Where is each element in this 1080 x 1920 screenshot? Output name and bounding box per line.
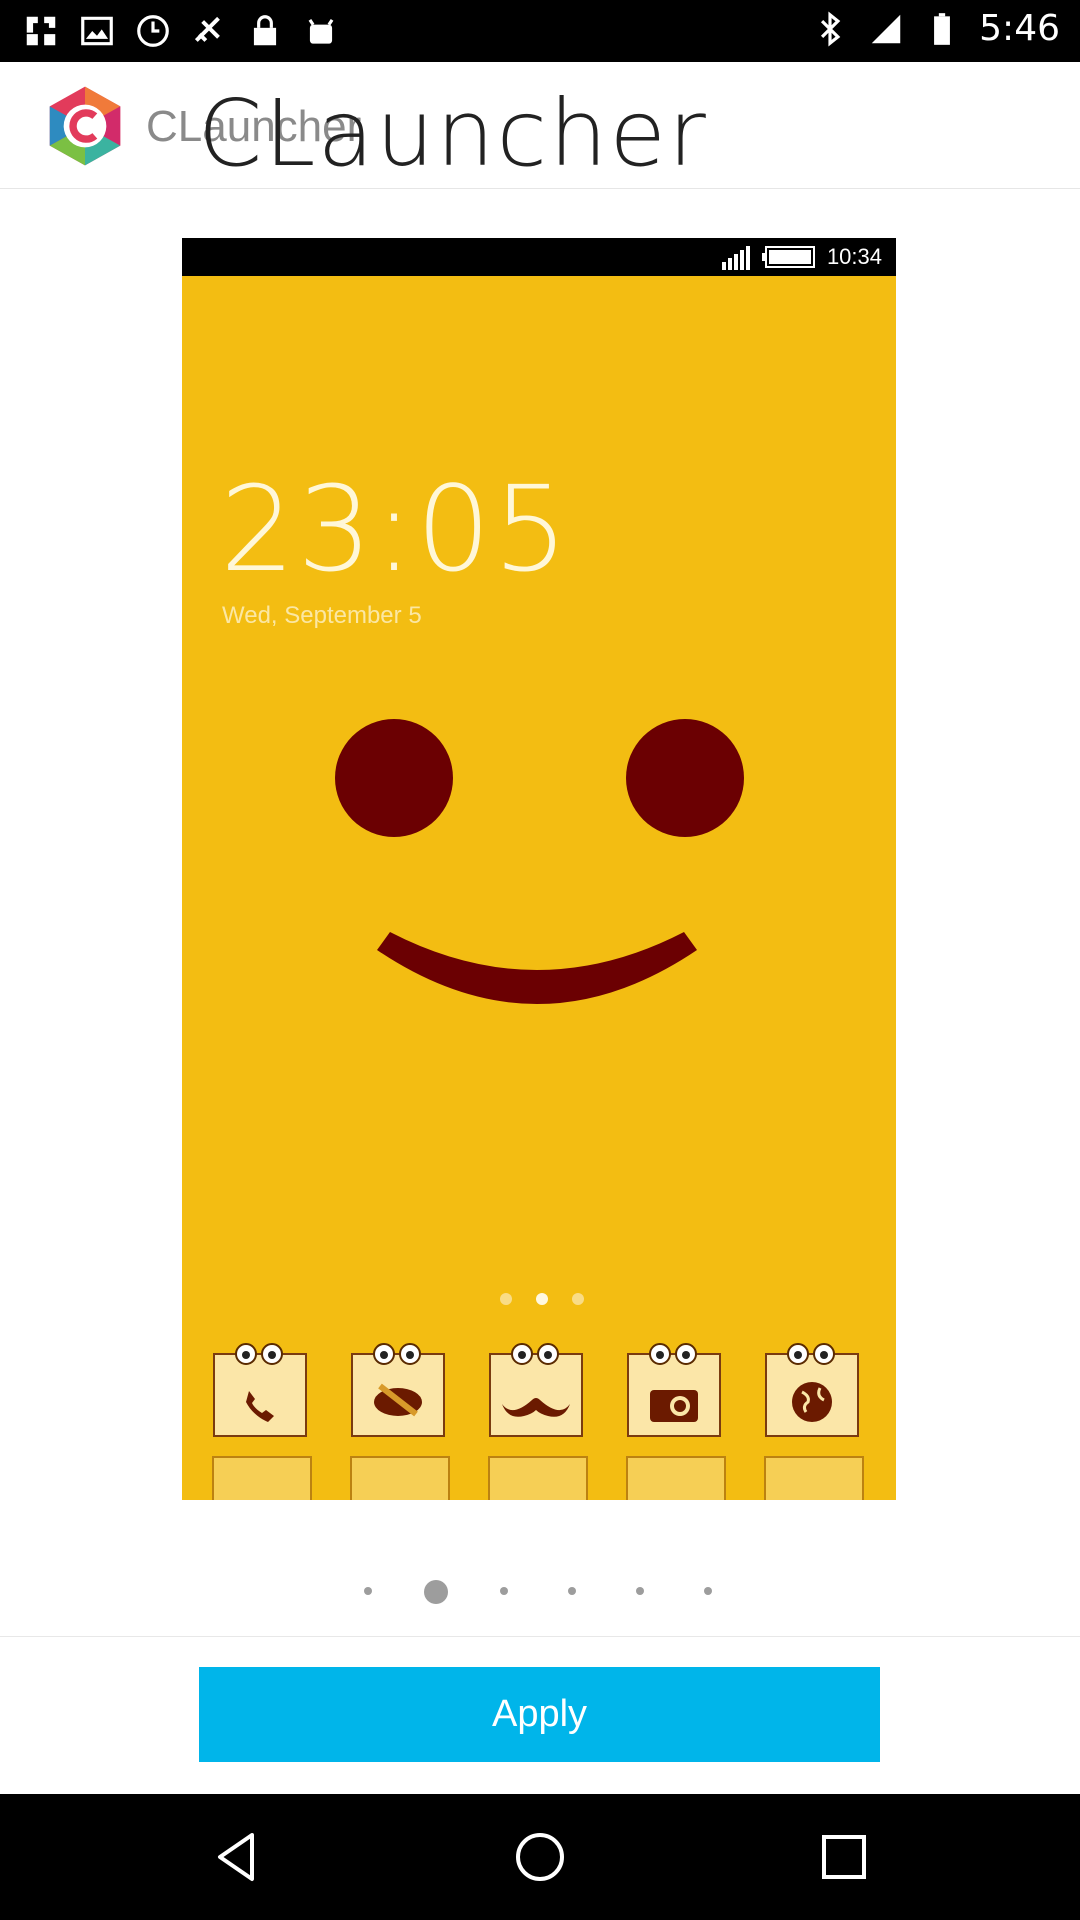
status-bar: 5:46 xyxy=(0,0,1080,62)
pager-dot[interactable] xyxy=(568,1587,576,1595)
back-icon[interactable] xyxy=(206,1827,266,1887)
status-right-icons: 5:46 xyxy=(811,8,1060,49)
home-icon[interactable] xyxy=(510,1827,570,1887)
preview-dot-active xyxy=(536,1293,548,1305)
preview-battery-icon xyxy=(762,246,815,268)
preview-clock: 23:05 xyxy=(220,460,571,598)
pager-dot[interactable] xyxy=(364,1587,372,1595)
globe-icon xyxy=(765,1343,859,1437)
battery-icon xyxy=(934,12,951,45)
smiley-left-eye xyxy=(335,719,453,837)
apply-button[interactable]: Apply xyxy=(199,1667,880,1762)
phone-icon xyxy=(213,1343,307,1437)
bluetooth-icon xyxy=(821,10,841,47)
preview-page-dots xyxy=(500,1293,584,1305)
preview-dot xyxy=(572,1293,584,1305)
pager-dot[interactable] xyxy=(636,1587,644,1595)
preview-dot xyxy=(500,1293,512,1305)
divider xyxy=(0,1636,1080,1637)
smiley-mouth xyxy=(377,932,697,1004)
lock-icon xyxy=(253,15,277,46)
status-time: 5:46 xyxy=(979,8,1060,49)
pencil-icon xyxy=(351,1343,445,1437)
preview-date: Wed, September 5 xyxy=(222,602,422,629)
preview-pager[interactable] xyxy=(360,1576,720,1606)
recents-icon[interactable] xyxy=(814,1827,874,1887)
pager-dot[interactable] xyxy=(500,1587,508,1595)
app-header: CLauncher CLauncher xyxy=(0,62,1080,189)
smiley-right-eye xyxy=(626,719,744,837)
navigation-bar xyxy=(0,1794,1080,1920)
no-satellite-icon xyxy=(194,16,220,42)
preview-dock-reflection xyxy=(212,1456,872,1500)
preview-signal-icon xyxy=(722,246,750,270)
image-icon xyxy=(81,16,113,46)
preview-status-bar: 10:34 xyxy=(182,238,896,276)
clauncher-logo-icon xyxy=(49,86,121,166)
pager-dot[interactable] xyxy=(704,1587,712,1595)
mustache-icon xyxy=(489,1343,583,1437)
preview-status-time: 10:34 xyxy=(826,244,882,269)
camera-icon xyxy=(627,1343,721,1437)
fake-gps-icon xyxy=(26,16,56,46)
preview-dock xyxy=(212,1342,872,1442)
app-title-overlay: CLauncher xyxy=(198,80,708,187)
status-left-icons xyxy=(22,12,340,50)
android-icon xyxy=(308,19,334,44)
sync-icon xyxy=(137,15,169,47)
signal-icon xyxy=(871,14,901,43)
pager-dot-active[interactable] xyxy=(424,1580,448,1604)
theme-preview[interactable]: 10:34 23:05 Wed, September 5 xyxy=(182,238,896,1500)
